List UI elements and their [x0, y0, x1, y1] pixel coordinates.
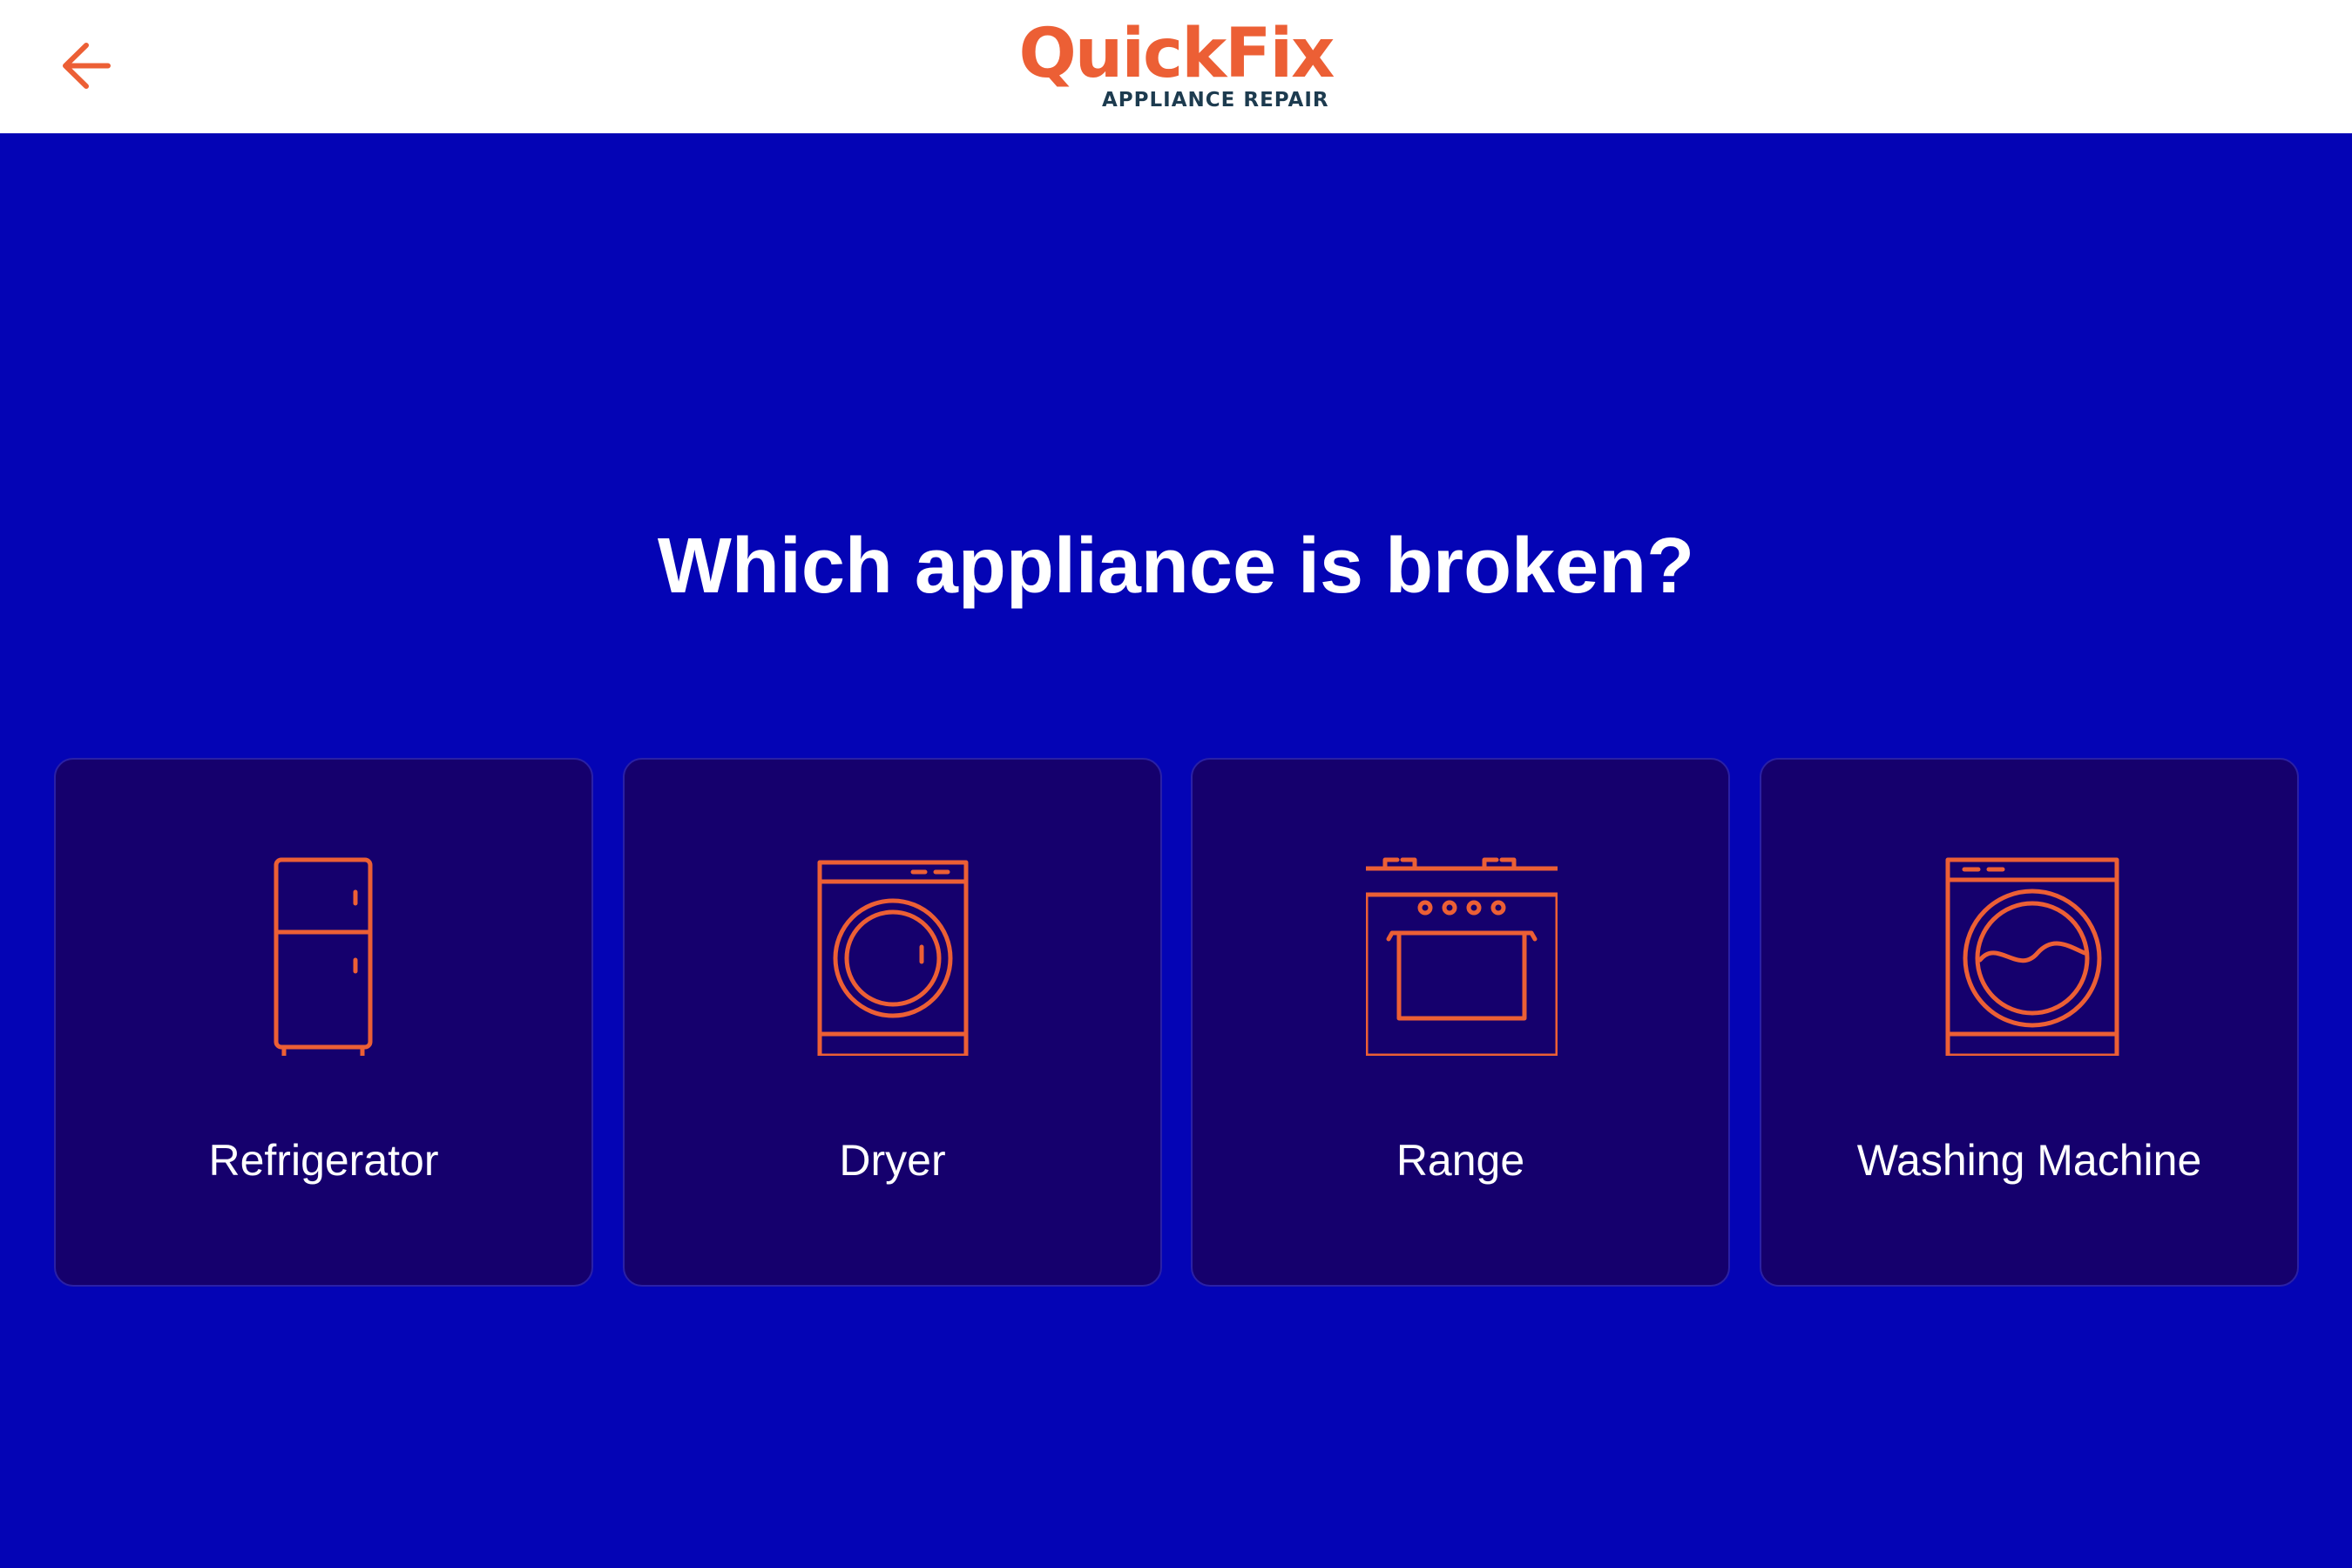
quickfix-logo[interactable]: QuickFix APPLIANCE REPAIR: [1010, 15, 1342, 118]
option-label: Range: [1396, 1136, 1525, 1185]
option-label: Refrigerator: [208, 1136, 439, 1185]
option-washing-machine[interactable]: Washing Machine: [1760, 758, 2299, 1287]
page-title: Which appliance is broken?: [657, 523, 1695, 610]
logo-tagline: APPLIANCE REPAIR: [1102, 89, 1329, 112]
refrigerator-icon: [229, 855, 421, 1056]
arrow-left-icon: [63, 43, 111, 89]
option-range[interactable]: Range: [1191, 758, 1730, 1287]
option-label: Washing Machine: [1856, 1136, 2202, 1185]
option-refrigerator[interactable]: Refrigerator: [54, 758, 593, 1287]
washing-machine-icon: [1935, 855, 2126, 1056]
range-icon: [1366, 855, 1558, 1056]
back-button[interactable]: [54, 33, 119, 98]
option-label: Dryer: [839, 1136, 946, 1185]
dryer-icon: [798, 855, 990, 1056]
logo-brand: QuickFix: [1018, 15, 1335, 93]
header-bar: QuickFix APPLIANCE REPAIR: [0, 0, 2352, 133]
option-dryer[interactable]: Dryer: [623, 758, 1162, 1287]
